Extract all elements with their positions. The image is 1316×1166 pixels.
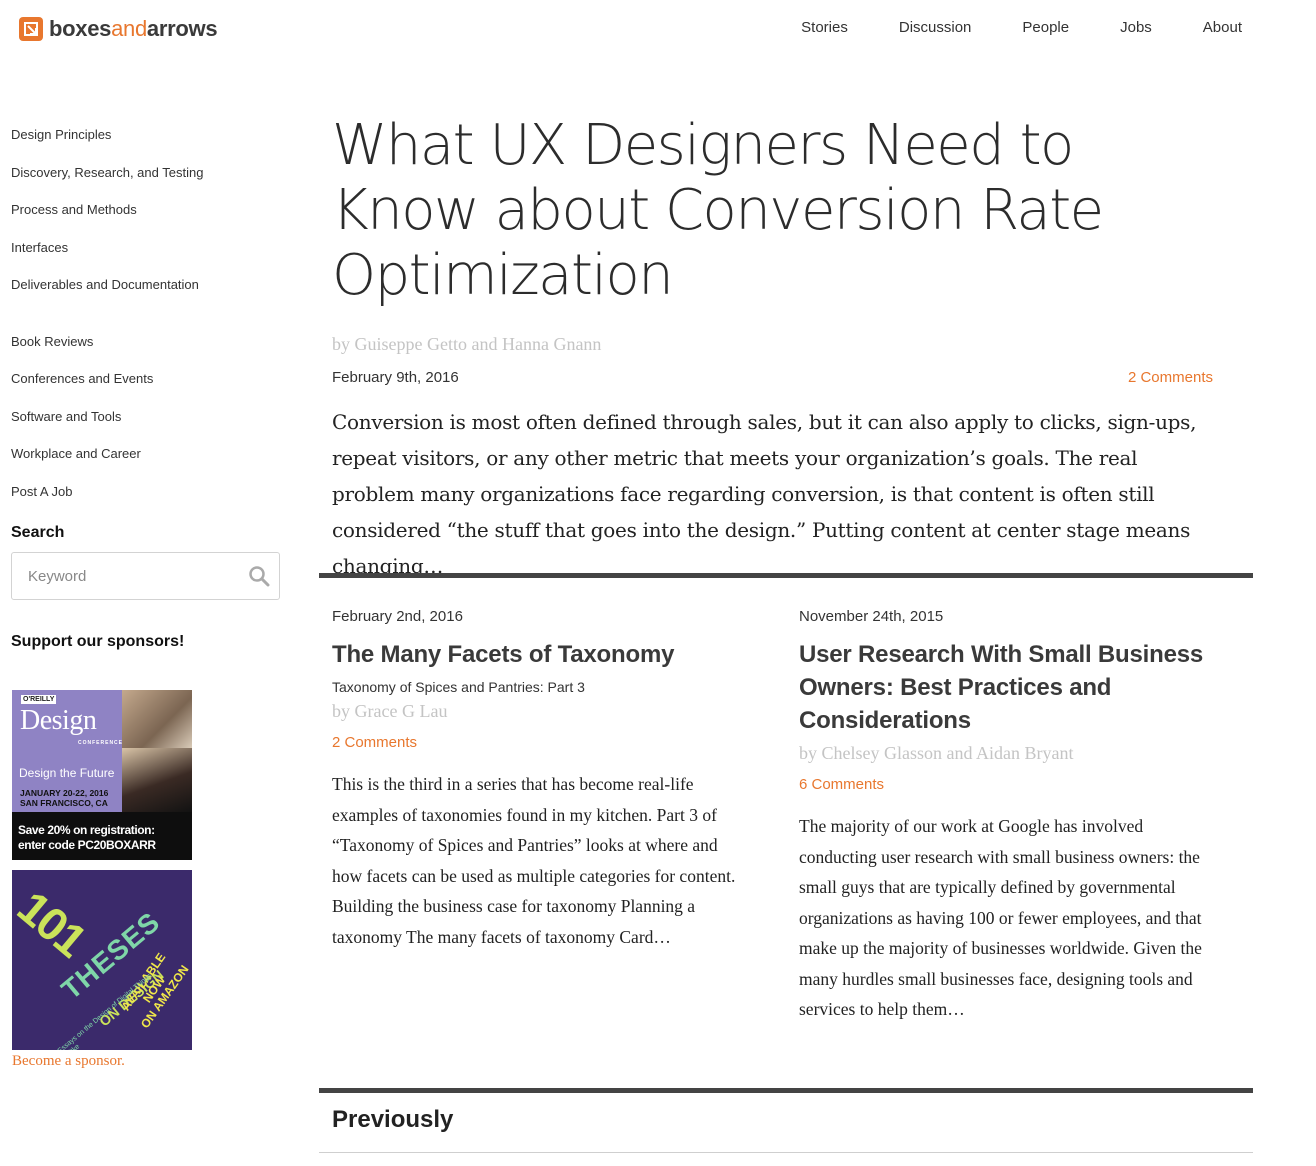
ad-design-word: Design [20, 705, 97, 736]
nav-jobs[interactable]: Jobs [1120, 19, 1152, 36]
category-list-secondary: Book Reviews Conferences and Events Soft… [11, 333, 281, 521]
logo-part-boxes: boxes [49, 16, 112, 41]
sponsor-ad-101-theses[interactable]: 101 THESES ON DESIGN AVAILABLE NOW ON AM… [12, 870, 192, 1050]
ad-tagline: Design the Future [19, 766, 115, 780]
previously-divider [319, 1152, 1253, 1153]
logo-part-and: and [111, 16, 147, 41]
card-comments-link[interactable]: 2 Comments [332, 734, 752, 751]
ad-photo-audience [122, 690, 192, 748]
article-card: November 24th, 2015 User Research With S… [799, 608, 1214, 1025]
become-sponsor-link[interactable]: Become a sponsor. [12, 1053, 125, 1070]
nav-discussion[interactable]: Discussion [899, 19, 972, 36]
ad-photo-speaker [122, 748, 192, 812]
sidebar-item-discovery-research-testing[interactable]: Discovery, Research, and Testing [11, 164, 281, 202]
top-navigation: Stories Discussion People Jobs About [801, 19, 1242, 36]
sidebar-item-interfaces[interactable]: Interfaces [11, 239, 281, 277]
featured-date: February 9th, 2016 [332, 369, 459, 386]
ad-location-line: SAN FRANCISCO, CA [20, 798, 108, 808]
sidebar-item-process-methods[interactable]: Process and Methods [11, 201, 281, 239]
sidebar-item-conferences-events[interactable]: Conferences and Events [11, 370, 281, 408]
search-box [11, 552, 280, 600]
section-divider [319, 573, 1253, 578]
card-title[interactable]: The Many Facets of Taxonomy [332, 638, 752, 671]
ad-publisher: O'REILLY [21, 695, 57, 704]
logo-wordmark: boxesandarrows [49, 16, 218, 42]
search-icon[interactable] [248, 565, 270, 587]
card-subtitle: Taxonomy of Spices and Pantries: Part 3 [332, 679, 585, 695]
card-title[interactable]: User Research With Small Business Owners… [799, 638, 1214, 737]
sidebar-item-deliverables[interactable]: Deliverables and Documentation [11, 276, 281, 314]
featured-title[interactable]: What UX Designers Need to Know about Con… [332, 113, 1132, 308]
ad-conference-word: CONFERENCE [78, 740, 124, 746]
sponsor-ad-design-conference[interactable]: O'REILLY Design CONFERENCE Design the Fu… [12, 690, 192, 860]
ad-dates-line: JANUARY 20-22, 2016 [20, 788, 109, 798]
site-logo[interactable]: boxesandarrows [19, 16, 218, 42]
card-excerpt: The majority of our work at Google has i… [799, 816, 1202, 1019]
card-comments-link[interactable]: 6 Comments [799, 776, 1214, 793]
sidebar-item-post-a-job[interactable]: Post A Job [11, 483, 281, 521]
featured-excerpt: Conversion is most often defined through… [332, 410, 1197, 578]
card-author[interactable]: by Grace G Lau [332, 701, 752, 722]
card-author[interactable]: by Chelsey Glasson and Aidan Bryant [799, 743, 1214, 764]
search-heading: Search [11, 524, 65, 541]
nav-about[interactable]: About [1203, 19, 1242, 36]
ad-dates: JANUARY 20-22, 2016 SAN FRANCISCO, CA [20, 788, 108, 808]
ad2-number: 101 [12, 880, 96, 967]
logo-part-arrows: arrows [146, 16, 218, 41]
sponsors-heading: Support our sponsors! [11, 633, 185, 650]
section-divider [319, 1088, 1253, 1093]
ad-promo-line1: Save 20% on registration: [18, 823, 155, 837]
sidebar-item-workplace-career[interactable]: Workplace and Career [11, 445, 281, 483]
featured-comments-link[interactable]: 2 Comments [1128, 369, 1213, 386]
ad-promo-text: Save 20% on registration: enter code PC2… [18, 823, 156, 853]
sidebar: Design Principles Discovery, Research, a… [11, 126, 281, 651]
nav-stories[interactable]: Stories [801, 19, 848, 36]
card-date: November 24th, 2015 [799, 608, 944, 625]
card-date: February 2nd, 2016 [332, 608, 463, 625]
featured-author[interactable]: by Guiseppe Getto and Hanna Gnann [332, 334, 601, 355]
category-list-primary: Design Principles Discovery, Research, a… [11, 126, 281, 314]
sidebar-item-design-principles[interactable]: Design Principles [11, 126, 281, 164]
logo-arrow-icon [19, 17, 43, 41]
article-card: February 2nd, 2016 The Many Facets of Ta… [332, 608, 752, 952]
nav-people[interactable]: People [1022, 19, 1069, 36]
sidebar-item-book-reviews[interactable]: Book Reviews [11, 333, 281, 371]
search-input[interactable] [12, 553, 232, 599]
card-excerpt: This is the third in a series that has b… [332, 774, 736, 947]
sidebar-item-software-tools[interactable]: Software and Tools [11, 408, 281, 446]
ad-promo-line2: enter code PC20BOXARR [18, 838, 156, 852]
previously-heading: Previously [332, 1106, 454, 1133]
